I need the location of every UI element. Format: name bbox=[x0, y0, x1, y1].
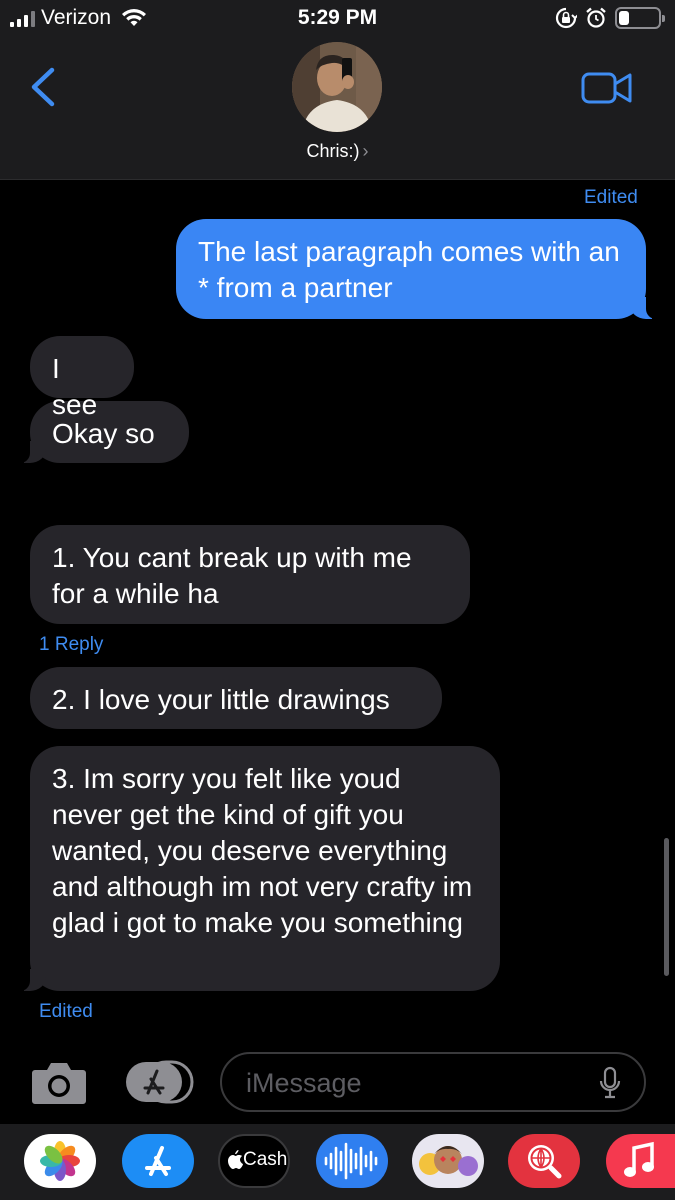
alarm-icon bbox=[586, 7, 606, 28]
status-bar: Verizon 5:29 PM bbox=[0, 0, 675, 38]
message-text: 3. Im sorry you felt like youd never get… bbox=[52, 763, 473, 938]
message-text: Okay so bbox=[52, 418, 155, 449]
outgoing-message[interactable]: The last paragraph comes with an * from … bbox=[176, 219, 658, 319]
message-input[interactable]: iMessage bbox=[220, 1052, 646, 1112]
web-search-app-icon[interactable] bbox=[508, 1134, 580, 1188]
camera-button[interactable] bbox=[30, 1058, 88, 1106]
message-text: I see bbox=[52, 353, 98, 420]
audio-messages-app-icon[interactable] bbox=[316, 1134, 388, 1188]
battery-icon bbox=[615, 7, 665, 29]
incoming-message[interactable]: I see bbox=[30, 336, 134, 420]
contact-avatar[interactable] bbox=[292, 42, 382, 132]
reply-count-link[interactable]: 1 Reply bbox=[39, 634, 103, 656]
memoji-stickers-app-icon[interactable] bbox=[412, 1134, 484, 1188]
incoming-message[interactable]: 1. You cant break up with me for a while… bbox=[30, 525, 470, 624]
chevron-right-icon: › bbox=[362, 141, 369, 161]
contact-name-text: Chris:) bbox=[306, 141, 360, 161]
facetime-video-button[interactable] bbox=[580, 70, 634, 106]
app-store-app-icon[interactable] bbox=[122, 1134, 194, 1188]
message-input-placeholder: iMessage bbox=[246, 1068, 362, 1098]
apple-cash-app-icon[interactable]: Cash bbox=[218, 1134, 290, 1188]
conversation-header: Verizon 5:29 PM Chris:) › bbox=[0, 0, 675, 180]
photos-app-icon[interactable] bbox=[24, 1134, 96, 1188]
cash-label: Cash bbox=[243, 1149, 288, 1170]
back-button[interactable] bbox=[26, 66, 60, 108]
avatar-photo bbox=[292, 42, 382, 132]
incoming-message[interactable]: 3. Im sorry you felt like youd never get… bbox=[18, 746, 500, 991]
edited-label: Edited bbox=[584, 187, 638, 208]
message-text: The last paragraph comes with an * from … bbox=[198, 236, 620, 303]
edited-label: Edited bbox=[39, 1001, 93, 1022]
microphone-icon[interactable] bbox=[598, 1066, 622, 1100]
battery-level bbox=[619, 11, 629, 25]
message-text: 1. You cant break up with me for a while… bbox=[52, 542, 412, 609]
scrollbar[interactable] bbox=[664, 838, 669, 976]
app-store-drawer-button[interactable] bbox=[124, 1060, 194, 1104]
message-text: 2. I love your little drawings bbox=[52, 684, 390, 715]
incoming-message[interactable]: 2. I love your little drawings bbox=[30, 667, 442, 729]
contact-name[interactable]: Chris:) › bbox=[0, 141, 675, 162]
music-app-icon[interactable] bbox=[606, 1134, 675, 1188]
status-icons bbox=[555, 7, 665, 29]
rotation-lock-icon bbox=[555, 7, 577, 29]
